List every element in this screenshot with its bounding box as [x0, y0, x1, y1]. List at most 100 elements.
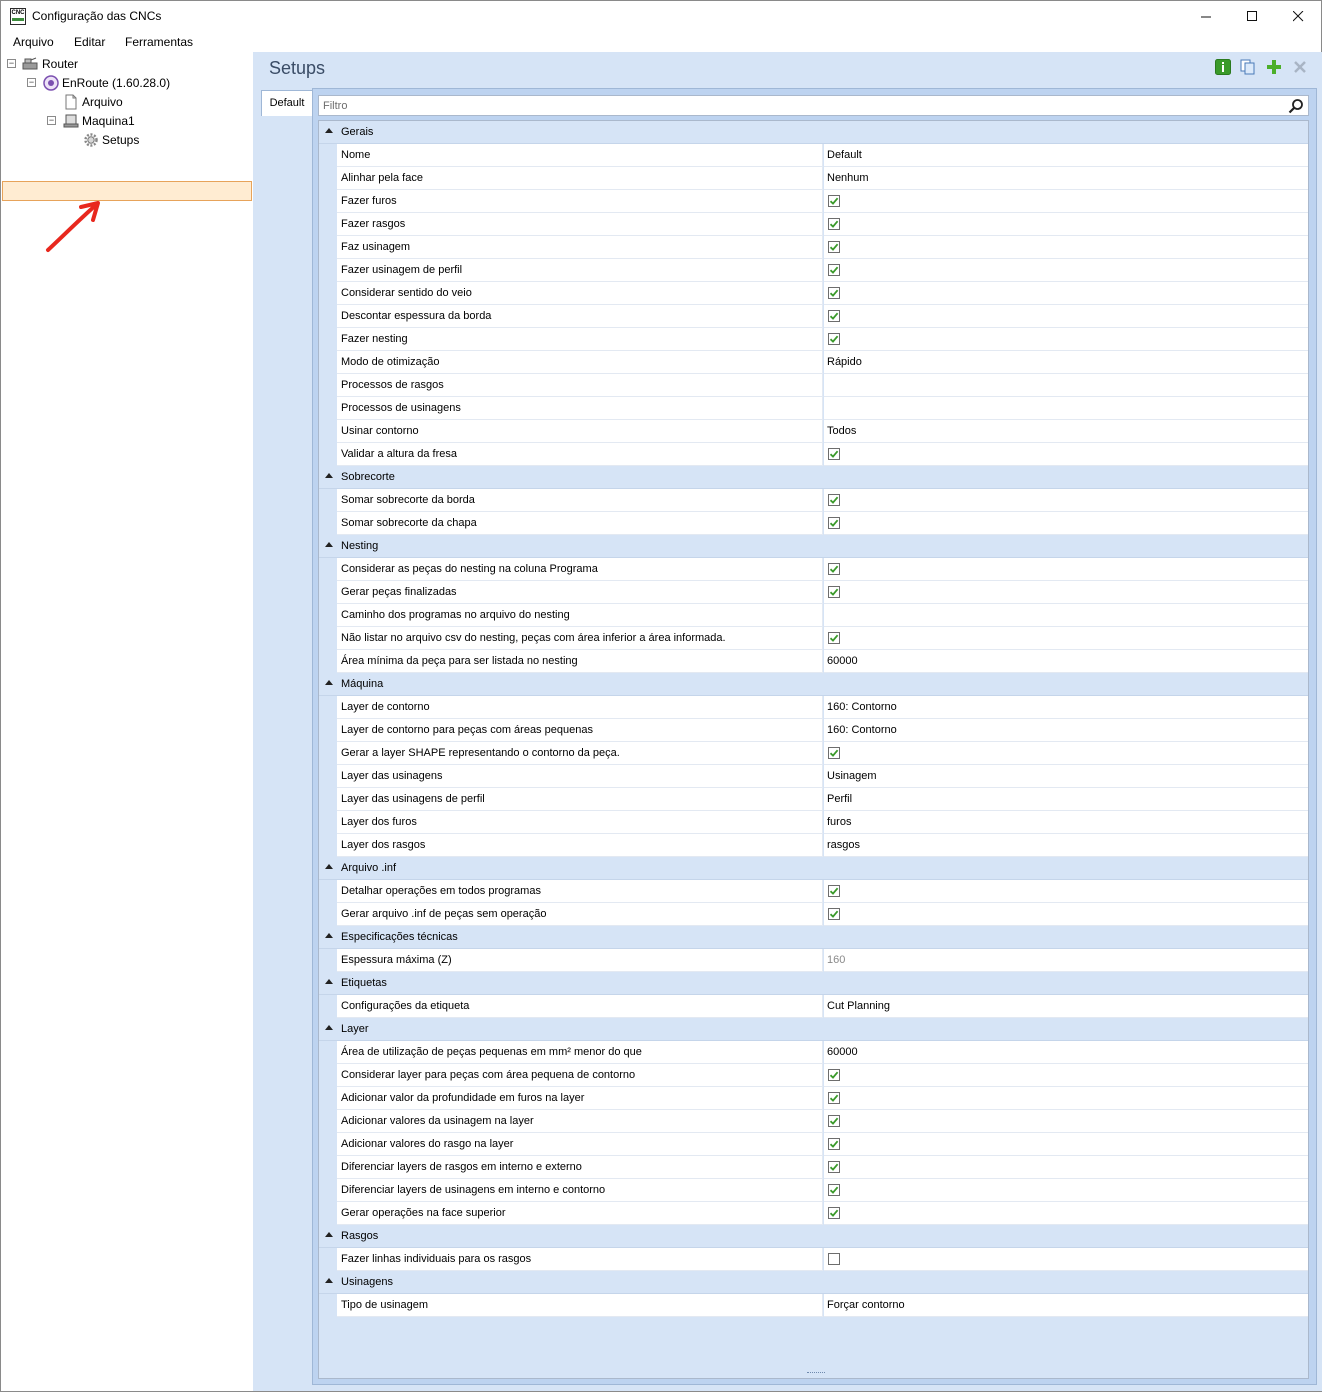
- collapse-chevron-icon[interactable]: [325, 933, 333, 938]
- checked-checkbox-icon[interactable]: [828, 195, 840, 207]
- property-name-gerar-arquivo-inf-de-pecas-sem-operacao[interactable]: Gerar arquivo .inf de peças sem operação: [337, 903, 823, 926]
- search-icon[interactable]: [1288, 98, 1304, 114]
- property-name-faz-usinagem[interactable]: Faz usinagem: [337, 236, 823, 259]
- checked-checkbox-icon[interactable]: [828, 517, 840, 529]
- category-maquina[interactable]: Máquina: [319, 673, 1308, 696]
- property-name-considerar-as-pecas-do-nesting-na-coluna[interactable]: Considerar as peças do nesting na coluna…: [337, 558, 823, 581]
- category-etiquetas[interactable]: Etiquetas: [319, 972, 1308, 995]
- checked-checkbox-icon[interactable]: [828, 1184, 840, 1196]
- checked-checkbox-icon[interactable]: [828, 494, 840, 506]
- category-especificacoes-tecnicas[interactable]: Especificações técnicas: [319, 926, 1308, 949]
- checked-checkbox-icon[interactable]: [828, 241, 840, 253]
- checked-checkbox-icon[interactable]: [828, 448, 840, 460]
- collapse-chevron-icon[interactable]: [325, 864, 333, 869]
- checked-checkbox-icon[interactable]: [828, 586, 840, 598]
- tree-node-setups[interactable]: Setups: [1, 131, 251, 149]
- checked-checkbox-icon[interactable]: [828, 1092, 840, 1104]
- property-name-fazer-nesting[interactable]: Fazer nesting: [337, 328, 823, 351]
- checked-checkbox-icon[interactable]: [828, 885, 840, 897]
- property-name-layer-de-contorno-para-pecas-com-areas-p[interactable]: Layer de contorno para peças com áreas p…: [337, 719, 823, 742]
- property-name-diferenciar-layers-de-rasgos-em-interno-[interactable]: Diferenciar layers de rasgos em interno …: [337, 1156, 823, 1179]
- property-value[interactable]: [824, 604, 1308, 627]
- property-name-area-de-utilizacao-de-pecas-pequenas-em-[interactable]: Área de utilização de peças pequenas em …: [337, 1041, 823, 1064]
- property-name-somar-sobrecorte-da-chapa[interactable]: Somar sobrecorte da chapa: [337, 512, 823, 535]
- property-value[interactable]: [824, 397, 1308, 420]
- checked-checkbox-icon[interactable]: [828, 1207, 840, 1219]
- checked-checkbox-icon[interactable]: [828, 1115, 840, 1127]
- property-value-checkbox[interactable]: [824, 1156, 1308, 1179]
- collapse-chevron-icon[interactable]: [325, 680, 333, 685]
- property-value-checkbox[interactable]: [824, 1110, 1308, 1133]
- category-gerais[interactable]: Gerais: [319, 121, 1308, 144]
- filter-box[interactable]: [318, 95, 1309, 116]
- menu-arquivo[interactable]: Arquivo: [13, 35, 54, 49]
- tree-node-router[interactable]: − Router: [1, 55, 251, 73]
- property-name-layer-dos-rasgos[interactable]: Layer dos rasgos: [337, 834, 823, 857]
- property-value[interactable]: Usinagem: [824, 765, 1308, 788]
- property-value-checkbox[interactable]: [824, 1202, 1308, 1225]
- add-icon[interactable]: [1266, 59, 1282, 75]
- property-value-checkbox[interactable]: [824, 581, 1308, 604]
- property-value[interactable]: Forçar contorno: [824, 1294, 1308, 1317]
- property-value-checkbox[interactable]: [824, 259, 1308, 282]
- tree-node-arquivo[interactable]: Arquivo: [1, 93, 251, 111]
- property-value[interactable]: Nenhum: [824, 167, 1308, 190]
- filter-input[interactable]: [323, 98, 1273, 113]
- property-value-checkbox[interactable]: [824, 190, 1308, 213]
- property-name-fazer-usinagem-de-perfil[interactable]: Fazer usinagem de perfil: [337, 259, 823, 282]
- minimize-button[interactable]: [1183, 1, 1229, 32]
- collapse-chevron-icon[interactable]: [325, 1232, 333, 1237]
- property-name-validar-a-altura-da-fresa[interactable]: Validar a altura da fresa: [337, 443, 823, 466]
- menu-editar[interactable]: Editar: [74, 35, 105, 49]
- collapse-icon[interactable]: −: [27, 78, 36, 87]
- property-value-checkbox[interactable]: [824, 1133, 1308, 1156]
- tree-node-enroute[interactable]: − EnRoute (1.60.28.0): [1, 74, 251, 92]
- category-nesting[interactable]: Nesting: [319, 535, 1308, 558]
- property-name-area-minima-da-peca-para-ser-listada-no-[interactable]: Área mínima da peça para ser listada no …: [337, 650, 823, 673]
- collapse-chevron-icon[interactable]: [325, 473, 333, 478]
- collapse-icon[interactable]: −: [7, 59, 16, 68]
- property-name-considerar-sentido-do-veio[interactable]: Considerar sentido do veio: [337, 282, 823, 305]
- collapse-chevron-icon[interactable]: [325, 128, 333, 133]
- property-value[interactable]: Perfil: [824, 788, 1308, 811]
- collapse-chevron-icon[interactable]: [325, 1025, 333, 1030]
- property-value-checkbox[interactable]: [824, 213, 1308, 236]
- tree-node-maquina[interactable]: − Maquina1: [1, 112, 251, 130]
- property-name-considerar-layer-para-pecas-com-area-peq[interactable]: Considerar layer para peças com área peq…: [337, 1064, 823, 1087]
- property-name-nao-listar-no-arquivo-csv-do-nesting-pec[interactable]: Não listar no arquivo csv do nesting, pe…: [337, 627, 823, 650]
- menu-ferramentas[interactable]: Ferramentas: [125, 35, 193, 49]
- property-name-layer-das-usinagens-de-perfil[interactable]: Layer das usinagens de perfil: [337, 788, 823, 811]
- property-value[interactable]: furos: [824, 811, 1308, 834]
- checked-checkbox-icon[interactable]: [828, 264, 840, 276]
- property-name-adicionar-valores-da-usinagem-na-layer[interactable]: Adicionar valores da usinagem na layer: [337, 1110, 823, 1133]
- property-name-adicionar-valor-da-profundidade-em-furos[interactable]: Adicionar valor da profundidade em furos…: [337, 1087, 823, 1110]
- property-name-diferenciar-layers-de-usinagens-em-inter[interactable]: Diferenciar layers de usinagens em inter…: [337, 1179, 823, 1202]
- property-value-checkbox[interactable]: [824, 880, 1308, 903]
- property-name-descontar-espessura-da-borda[interactable]: Descontar espessura da borda: [337, 305, 823, 328]
- property-value[interactable]: 60000: [824, 650, 1308, 673]
- collapse-chevron-icon[interactable]: [325, 979, 333, 984]
- property-value[interactable]: Default: [824, 144, 1308, 167]
- copy-icon[interactable]: [1240, 59, 1256, 75]
- property-name-gerar-operacoes-na-face-superior[interactable]: Gerar operações na face superior: [337, 1202, 823, 1225]
- property-value-checkbox[interactable]: [824, 512, 1308, 535]
- property-value-checkbox[interactable]: [824, 903, 1308, 926]
- property-value-checkbox[interactable]: [824, 1087, 1308, 1110]
- property-value-checkbox[interactable]: [824, 236, 1308, 259]
- property-value-checkbox[interactable]: [824, 489, 1308, 512]
- property-value[interactable]: Todos: [824, 420, 1308, 443]
- property-value[interactable]: Rápido: [824, 351, 1308, 374]
- info-icon[interactable]: [1215, 59, 1231, 75]
- property-value-checkbox[interactable]: [824, 627, 1308, 650]
- property-name-caminho-dos-programas-no-arquivo-do-nest[interactable]: Caminho dos programas no arquivo do nest…: [337, 604, 823, 627]
- property-name-adicionar-valores-do-rasgo-na-layer[interactable]: Adicionar valores do rasgo na layer: [337, 1133, 823, 1156]
- property-value[interactable]: 60000: [824, 1041, 1308, 1064]
- property-name-processos-de-rasgos[interactable]: Processos de rasgos: [337, 374, 823, 397]
- property-name-layer-dos-furos[interactable]: Layer dos furos: [337, 811, 823, 834]
- property-name-configuracoes-da-etiqueta[interactable]: Configurações da etiqueta: [337, 995, 823, 1018]
- property-value-checkbox[interactable]: [824, 558, 1308, 581]
- checked-checkbox-icon[interactable]: [828, 310, 840, 322]
- category-layer[interactable]: Layer: [319, 1018, 1308, 1041]
- property-value-checkbox[interactable]: [824, 305, 1308, 328]
- resize-grip[interactable]: [807, 1372, 825, 1376]
